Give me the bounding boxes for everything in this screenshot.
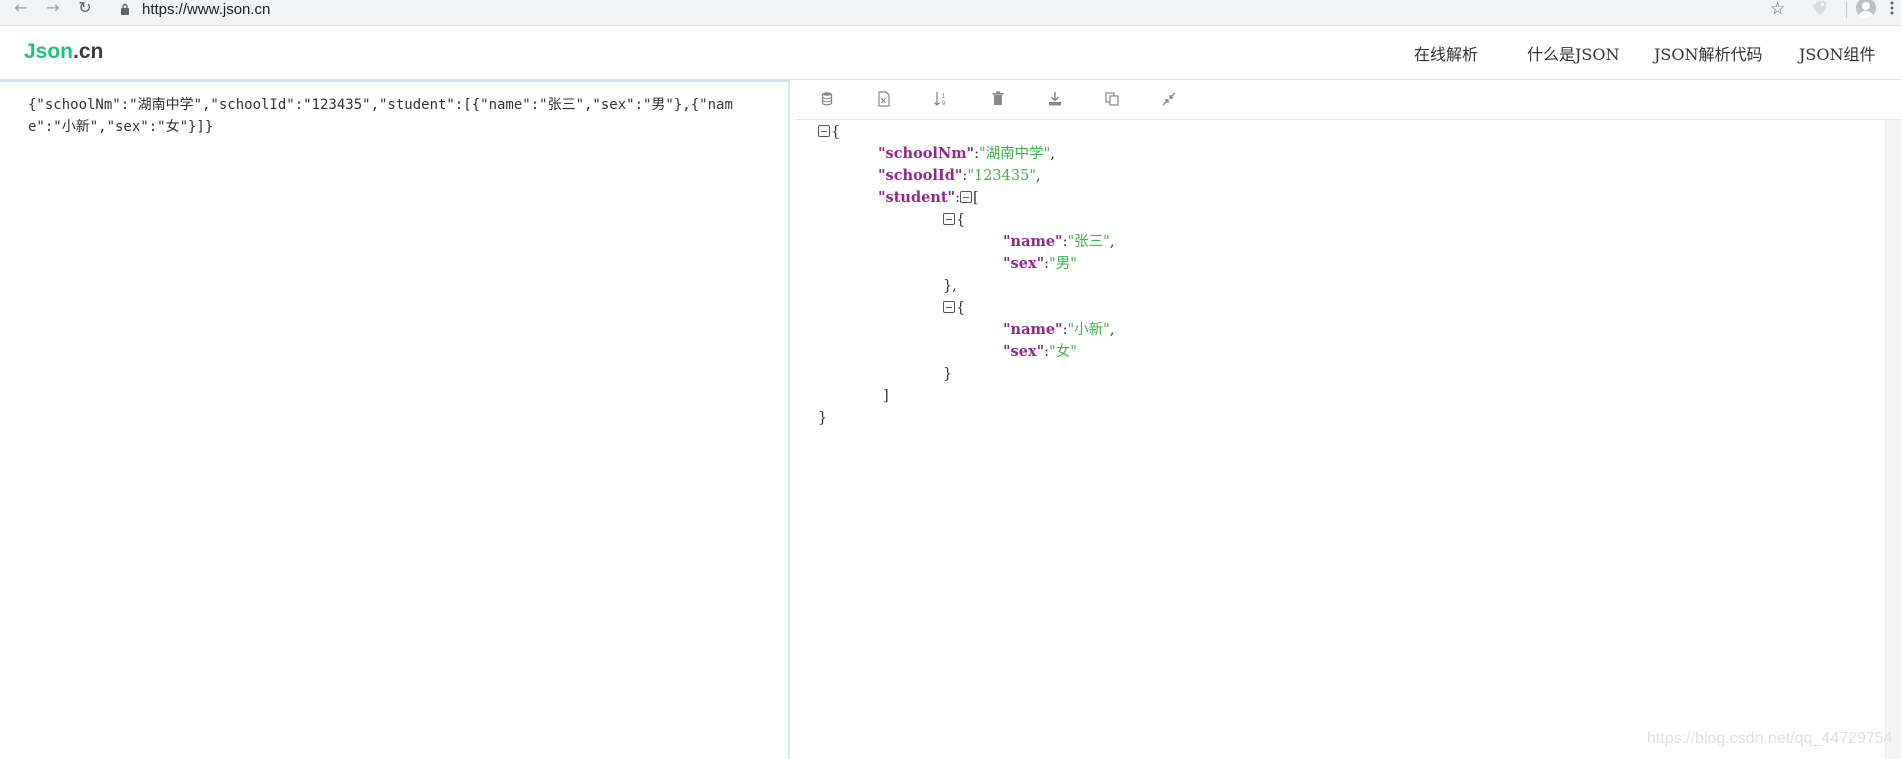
- toolbar-separator: [1846, 2, 1847, 18]
- json-value: "男": [1049, 256, 1077, 272]
- viewer-scrollbar[interactable]: [1885, 120, 1901, 759]
- logo-brand: Json: [24, 40, 74, 63]
- json-value: "123435": [967, 168, 1037, 184]
- nav-json-parse-code[interactable]: JSON解析代码: [1654, 41, 1763, 65]
- collapse-icon[interactable]: [943, 213, 955, 225]
- browser-toolbar: ← → ↻ https://www.json.cn ☆: [0, 0, 1901, 26]
- download-icon[interactable]: [1044, 88, 1066, 110]
- excel-icon[interactable]: [873, 88, 895, 110]
- json-key: "student": [878, 189, 956, 206]
- url-text[interactable]: https://www.json.cn: [142, 1, 270, 18]
- nav-what-is-json[interactable]: 什么是JSON: [1527, 41, 1620, 65]
- watermark: https://blog.csdn.net/qq_44729754: [1647, 730, 1893, 747]
- trash-icon[interactable]: [987, 88, 1009, 110]
- star-icon[interactable]: ☆: [1770, 0, 1785, 19]
- json-key: "sex": [1003, 255, 1045, 272]
- json-value: "女": [1049, 344, 1077, 360]
- forward-icon[interactable]: →: [42, 0, 64, 20]
- raw-json-text[interactable]: {"schoolNm":"湖南中学","schoolId":"123435","…: [28, 94, 768, 138]
- tree-array-close: ]: [883, 388, 889, 404]
- tree-object-open: {: [943, 297, 965, 319]
- json-key: "name": [1003, 233, 1063, 250]
- collapse-icon[interactable]: [943, 301, 955, 313]
- logo-tld: .cn: [73, 40, 104, 63]
- back-icon[interactable]: ←: [10, 0, 32, 20]
- collapse-icon[interactable]: [818, 125, 830, 137]
- collapse-icon[interactable]: [960, 191, 973, 203]
- copy-icon[interactable]: [1101, 88, 1123, 110]
- tree-row-sex: "sex":"女": [1003, 343, 1077, 360]
- nav-json-components[interactable]: JSON组件: [1799, 41, 1876, 65]
- json-input-editor[interactable]: {"schoolNm":"湖南中学","schoolId":"123435","…: [0, 80, 790, 759]
- viewer-toolbar: 19: [795, 80, 1901, 120]
- tree-root-open: {: [818, 121, 840, 143]
- tree-row-schoolId: "schoolId":"123435",: [878, 167, 1041, 184]
- sort-icon[interactable]: 19: [930, 88, 952, 110]
- nav-online-parse[interactable]: 在线解析: [1414, 41, 1478, 65]
- json-key: "schoolNm": [878, 145, 975, 162]
- database-icon[interactable]: [816, 88, 838, 110]
- tree-row-name: "name":"小新",: [1003, 321, 1115, 338]
- tree-row-name: "name":"张三",: [1003, 233, 1115, 250]
- tree-row-sex: "sex":"男": [1003, 255, 1077, 272]
- json-value: "湖南中学": [978, 146, 1051, 162]
- profile-icon[interactable]: [1856, 0, 1876, 18]
- site-logo[interactable]: Json.cn: [24, 40, 103, 64]
- json-value: "张三": [1067, 234, 1110, 250]
- site-header: Json.cn 在线解析 什么是JSON JSON解析代码 JSON组件: [0, 27, 1901, 80]
- json-key: "name": [1003, 321, 1063, 338]
- extension-icon[interactable]: [1810, 0, 1828, 16]
- reload-icon[interactable]: ↻: [74, 0, 96, 20]
- json-key: "schoolId": [878, 167, 963, 184]
- tree-object-close: }: [943, 366, 953, 382]
- menu-icon[interactable]: [1890, 0, 1894, 16]
- svg-text:9: 9: [942, 99, 946, 107]
- tree-root-close: }: [818, 410, 828, 426]
- json-key: "sex": [1003, 343, 1045, 360]
- lock-icon: [121, 3, 129, 15]
- tree-row-schoolNm: "schoolNm":"湖南中学",: [878, 145, 1055, 162]
- address-bar[interactable]: [108, 0, 1773, 20]
- compress-icon[interactable]: [1158, 88, 1180, 110]
- tree-object-close: },: [943, 278, 957, 294]
- tree-row-student: "student":[: [878, 189, 979, 206]
- json-value: "小新": [1067, 322, 1110, 338]
- tree-object-open: {: [943, 209, 965, 231]
- json-viewer: 19 { "schoolNm":"湖南中学", "schoolId":"1234…: [795, 80, 1901, 759]
